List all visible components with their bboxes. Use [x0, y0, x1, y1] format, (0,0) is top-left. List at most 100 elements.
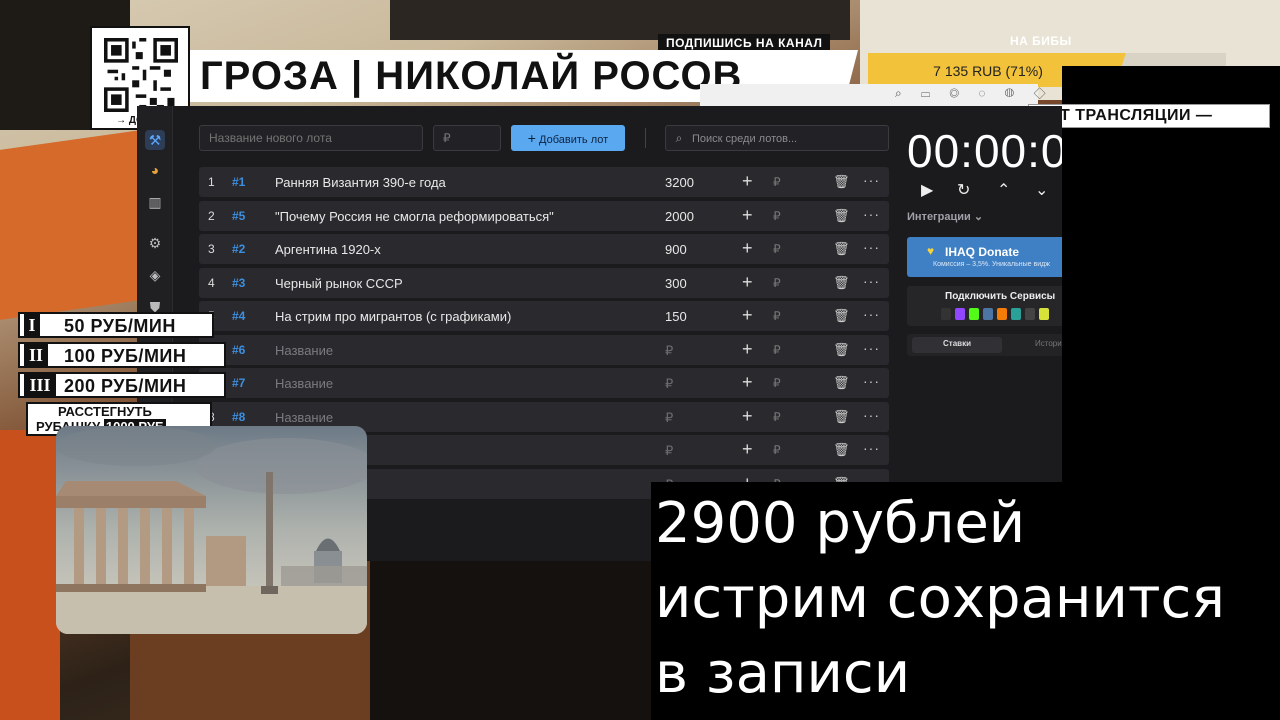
more-icon[interactable]: ··· — [863, 373, 880, 389]
lot-row[interactable]: 4 #3 Черный рынок СССР 300 + ₽ 🗑 ··· — [199, 267, 889, 298]
lot-id: #7 — [232, 376, 246, 390]
integrations-dropdown[interactable]: Интеграции ⌄ — [907, 210, 983, 223]
add-amount-icon[interactable]: + — [742, 439, 753, 460]
currency-icon[interactable]: ₽ — [773, 242, 781, 256]
stream-topic-image — [56, 426, 367, 634]
toolbar-divider — [645, 128, 646, 148]
currency-icon[interactable]: ₽ — [773, 343, 781, 357]
lot-id: #8 — [232, 409, 246, 424]
more-icon[interactable]: ··· — [863, 306, 880, 322]
add-amount-icon[interactable]: + — [742, 339, 753, 360]
more-icon[interactable]: ··· — [863, 239, 880, 255]
new-lot-price-input[interactable] — [433, 125, 501, 151]
trash-icon[interactable]: 🗑 — [833, 208, 850, 224]
lot-row[interactable]: 1 #1 Ранняя Византия 390-е года 3200 + ₽ 🗑 ··· — [199, 167, 889, 197]
add-amount-icon[interactable]: + — [742, 272, 753, 293]
connect-services-card[interactable]: Подключить Сервисы — [907, 286, 1062, 326]
lot-row[interactable]: 7#7Название₽+₽🗑··· — [199, 368, 889, 398]
gear-icon[interactable]: ⚙ — [145, 233, 165, 253]
add-amount-icon[interactable]: + — [742, 372, 753, 393]
wheel-icon[interactable]: ◕ — [145, 160, 165, 180]
more-icon[interactable]: ··· — [863, 440, 880, 456]
lot-name[interactable]: Аргентина 1920-х — [275, 242, 381, 257]
twitch-icon[interactable] — [955, 308, 965, 320]
lot-amount[interactable]: ₽ — [665, 376, 673, 392]
lot-name[interactable]: Ранняя Византия 390-е года — [275, 175, 446, 190]
lot-row[interactable]: 2 #5 "Почему Россия не смогла реформироват… — [199, 200, 889, 231]
trash-icon[interactable]: 🗑 — [833, 442, 850, 458]
trash-icon[interactable]: 🗑 — [833, 342, 850, 358]
add-lot-button[interactable]: + Добавить лот — [511, 125, 625, 151]
chevron-down-icon[interactable]: ⌄ — [1035, 180, 1048, 200]
donationalerts-icon[interactable] — [941, 308, 951, 320]
add-amount-icon[interactable]: + — [742, 305, 753, 326]
auction-gavel-icon[interactable]: ⚒ — [145, 130, 165, 150]
currency-icon[interactable]: ₽ — [773, 376, 781, 390]
trash-icon[interactable]: 🗑 — [833, 241, 850, 257]
tier-numeral: III — [24, 374, 56, 396]
lot-amount[interactable]: 150 — [665, 309, 687, 324]
trash-icon[interactable]: 🗑 — [833, 308, 850, 324]
kick-icon[interactable] — [969, 308, 979, 320]
lot-row[interactable]: 3 #2 Аргентина 1920-х 900 + ₽ 🗑 ··· — [199, 234, 889, 264]
lot-row[interactable]: 6#6Название₽+₽🗑··· — [199, 334, 889, 365]
trash-icon[interactable]: 🗑 — [833, 375, 850, 391]
add-amount-icon[interactable]: + — [742, 171, 753, 192]
ihaq-title: IHAQ Donate — [945, 245, 1020, 259]
search-icon: ⌕ — [675, 131, 683, 145]
layers-icon[interactable]: ◈ — [145, 265, 165, 285]
vk-icon[interactable] — [983, 308, 993, 320]
tab-bids[interactable]: Ставки — [943, 339, 971, 348]
add-amount-icon[interactable]: + — [742, 238, 753, 259]
more-icon[interactable]: ··· — [863, 206, 880, 222]
tab-history[interactable]: Истори — [1035, 339, 1062, 348]
lot-id: #1 — [232, 175, 246, 189]
trash-icon[interactable]: 🗑 — [833, 275, 850, 291]
more-icon[interactable]: ··· — [863, 273, 880, 289]
currency-icon[interactable]: ₽ — [773, 443, 781, 457]
price-tier: II 100 РУБ/МИН — [18, 342, 226, 368]
lot-name[interactable]: Название — [275, 376, 333, 391]
lot-name[interactable]: Название — [275, 410, 333, 425]
panel-tabs: Ставки Истори — [907, 334, 1062, 356]
lot-amount[interactable]: 900 — [665, 242, 687, 257]
currency-icon[interactable]: ₽ — [773, 175, 781, 189]
service-icon[interactable] — [1011, 308, 1021, 320]
lot-position: 2 — [208, 208, 215, 223]
currency-icon[interactable]: ₽ — [773, 209, 781, 223]
lot-row[interactable]: 5#4На стрим про мигрантов (с графиками)1… — [199, 301, 889, 331]
chat-label: ЧАТ ТРАНСЛЯЦИИ — — [1028, 104, 1270, 128]
more-icon[interactable]: ··· — [863, 340, 880, 356]
new-lot-name-input[interactable] — [199, 125, 423, 151]
lot-search-field[interactable]: ⌕ Поиск среди лотов... — [665, 125, 889, 151]
search-placeholder: Поиск среди лотов... — [692, 133, 798, 145]
chevron-up-icon[interactable]: ⌃ — [997, 180, 1010, 200]
trash-icon[interactable]: 🗑 — [833, 409, 850, 425]
play-icon[interactable]: ▶ — [921, 180, 933, 200]
lot-amount[interactable]: 2000 — [665, 209, 694, 224]
add-amount-icon[interactable]: + — [742, 406, 753, 427]
lot-amount[interactable]: ₽ — [665, 410, 673, 426]
lot-name[interactable]: "Почему Россия не смогла реформироваться… — [275, 209, 554, 224]
lot-name[interactable]: На стрим про мигрантов (с графиками) — [275, 309, 511, 324]
currency-icon[interactable]: ₽ — [773, 309, 781, 323]
tier-label: 200 РУБ/МИН — [64, 376, 187, 396]
add-amount-icon[interactable]: + — [742, 205, 753, 226]
currency-icon[interactable]: ₽ — [773, 276, 781, 290]
donatepay-icon[interactable] — [997, 308, 1007, 320]
lot-amount[interactable]: ₽ — [665, 343, 673, 359]
ihaq-donate-card[interactable]: ♥ IHAQ Donate Комиссия – 3,5%. Уникальны… — [907, 237, 1062, 277]
more-icon[interactable]: ··· — [863, 172, 880, 188]
currency-icon[interactable]: ₽ — [773, 410, 781, 424]
lot-name[interactable]: Черный рынок СССР — [275, 276, 403, 291]
lot-amount[interactable]: 300 — [665, 276, 687, 291]
trash-icon[interactable]: 🗑 — [833, 174, 850, 190]
x-icon[interactable] — [1025, 308, 1035, 320]
reset-icon[interactable]: ↻ — [957, 180, 970, 200]
lot-amount[interactable]: 3200 — [665, 175, 694, 190]
lot-name[interactable]: Название — [275, 343, 333, 358]
lot-amount[interactable]: ₽ — [665, 443, 673, 459]
more-icon[interactable]: ··· — [863, 407, 880, 423]
stats-icon[interactable]: ▥ — [145, 192, 165, 212]
service-icon[interactable] — [1039, 308, 1049, 320]
